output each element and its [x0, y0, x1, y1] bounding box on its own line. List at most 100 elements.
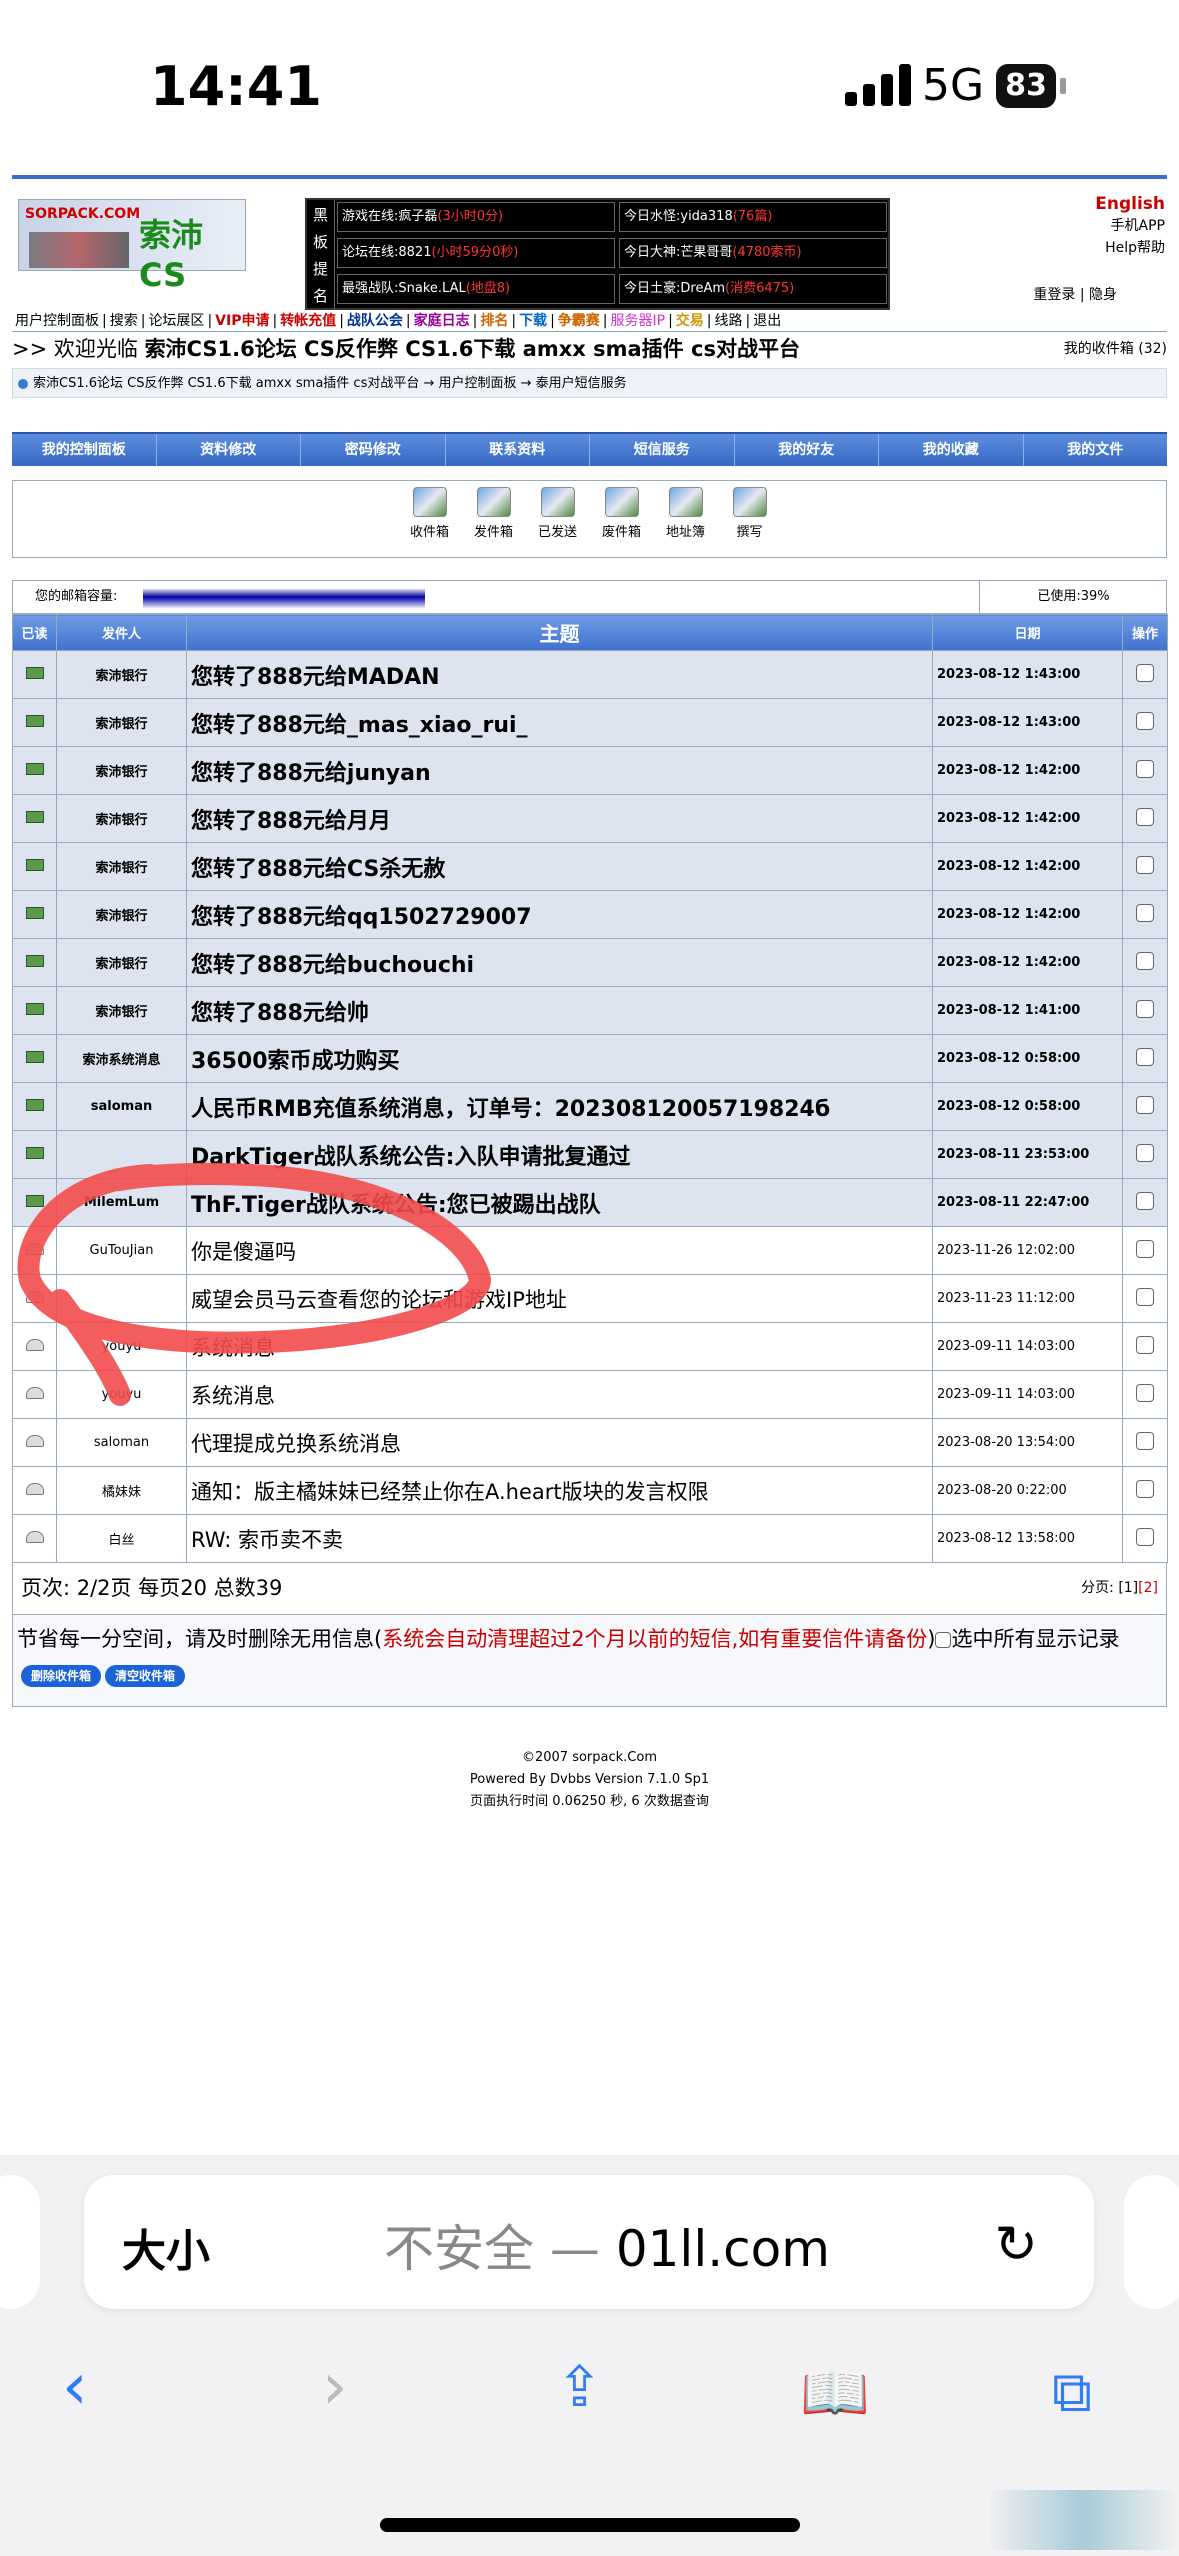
row-checkbox[interactable]: [1136, 807, 1154, 826]
subject-cell[interactable]: 你是傻逼吗: [186, 1226, 933, 1275]
tab-messages[interactable]: 短信服务: [590, 434, 735, 466]
subject-cell[interactable]: 36500索币成功购买: [186, 1034, 933, 1083]
clear-inbox-button[interactable]: 清空收件箱: [105, 1665, 186, 1687]
row-checkbox[interactable]: [1136, 1383, 1154, 1402]
subject-cell[interactable]: DarkTiger战队系统公告:入队申请批复通过: [186, 1130, 933, 1179]
prev-tab-card[interactable]: [0, 2175, 40, 2309]
tabs-icon[interactable]: ⧉: [1052, 2360, 1092, 2426]
subject-cell[interactable]: RW: 索币卖不卖: [186, 1514, 933, 1563]
menu-item[interactable]: 排名: [477, 313, 511, 329]
sender-cell[interactable]: 橘妹妹: [56, 1466, 187, 1515]
select-all-checkbox[interactable]: [935, 1632, 952, 1648]
table-row[interactable]: saloman 人民币RMB充值系统消息，订单号：2023081200571982…: [12, 1082, 1168, 1131]
row-checkbox[interactable]: [1136, 1479, 1154, 1498]
sender-cell[interactable]: saloman: [56, 1082, 187, 1131]
menu-item[interactable]: 战队公会: [344, 313, 406, 329]
sent-button[interactable]: 已发送: [530, 487, 586, 557]
sender-cell[interactable]: youyu: [56, 1370, 187, 1419]
tab-files[interactable]: 我的文件: [1024, 434, 1168, 466]
row-checkbox[interactable]: [1136, 1527, 1154, 1546]
row-checkbox[interactable]: [1136, 1431, 1154, 1450]
subject-cell[interactable]: 您转了888元给buchouchi: [186, 938, 933, 987]
table-row[interactable]: 索沛银行 您转了888元给buchouchi 2023-08-12 1:42:00: [12, 938, 1168, 987]
board-cell[interactable]: 今日土豪:DreAm(消费6475): [619, 274, 887, 304]
sender-cell[interactable]: 索沛银行: [56, 842, 187, 891]
table-row[interactable]: 索沛系统消息 36500索币成功购买 2023-08-12 0:58:00: [12, 1034, 1168, 1083]
back-icon[interactable]: ‹: [62, 2350, 88, 2424]
share-icon[interactable]: ⇪: [556, 2355, 603, 2420]
page-2-link[interactable]: [2]: [1138, 1580, 1158, 1596]
menu-item[interactable]: 家庭日志: [411, 313, 473, 329]
subject-cell[interactable]: 系统消息: [186, 1322, 933, 1371]
subject-cell[interactable]: 威望会员马云查看您的论坛和游戏IP地址: [186, 1274, 933, 1323]
row-checkbox[interactable]: [1136, 759, 1154, 778]
menu-item[interactable]: 争霸赛: [555, 313, 603, 329]
menu-item[interactable]: 退出: [750, 313, 784, 329]
row-checkbox[interactable]: [1136, 951, 1154, 970]
sender-cell[interactable]: 索沛银行: [56, 890, 187, 939]
relogin-link[interactable]: 重登录: [1033, 287, 1075, 303]
tab-favorites[interactable]: 我的收藏: [879, 434, 1024, 466]
english-link[interactable]: English: [1095, 193, 1165, 215]
sender-cell[interactable]: 索沛银行: [56, 698, 187, 747]
tab-contact[interactable]: 联系资料: [446, 434, 590, 466]
site-logo[interactable]: SORPACK.COM 索沛CS: [18, 199, 246, 294]
table-row[interactable]: 索沛银行 您转了888元给CS杀无赦 2023-08-12 1:42:00: [12, 842, 1168, 891]
table-row[interactable]: 索沛银行 您转了888元给月月 2023-08-12 1:42:00: [12, 794, 1168, 843]
sender-cell[interactable]: 索沛银行: [56, 746, 187, 795]
compose-button[interactable]: 撰写: [722, 487, 778, 557]
text-size-button[interactable]: 大小: [122, 2215, 210, 2279]
menu-item[interactable]: VIP申请: [212, 313, 272, 329]
subject-cell[interactable]: 您转了888元给MADAN: [186, 650, 933, 699]
table-row[interactable]: 索沛银行 您转了888元给MADAN 2023-08-12 1:43:00: [12, 650, 1168, 699]
row-checkbox[interactable]: [1136, 663, 1154, 682]
menu-item[interactable]: 线路: [712, 313, 746, 329]
sender-cell[interactable]: [56, 1130, 187, 1179]
table-row[interactable]: 威望会员马云查看您的论坛和游戏IP地址 2023-11-23 11:12:00: [12, 1274, 1168, 1323]
table-row[interactable]: 索沛银行 您转了888元给帅 2023-08-12 1:41:00: [12, 986, 1168, 1035]
subject-cell[interactable]: 系统消息: [186, 1370, 933, 1419]
bookmarks-icon[interactable]: 📖: [800, 2360, 870, 2426]
table-row[interactable]: youyu 系统消息 2023-09-11 14:03:00: [12, 1322, 1168, 1371]
menu-item[interactable]: 服务器IP: [608, 313, 669, 329]
sender-cell[interactable]: 索沛银行: [56, 650, 187, 699]
sender-cell[interactable]: 索沛银行: [56, 794, 187, 843]
sender-cell[interactable]: 索沛银行: [56, 986, 187, 1035]
sender-cell[interactable]: 索沛银行: [56, 938, 187, 987]
subject-cell[interactable]: 您转了888元给CS杀无赦: [186, 842, 933, 891]
table-row[interactable]: 白丝 RW: 索币卖不卖 2023-08-12 13:58:00: [12, 1514, 1168, 1563]
menu-item[interactable]: 下载: [516, 313, 550, 329]
row-checkbox[interactable]: [1136, 1191, 1154, 1210]
subject-cell[interactable]: 您转了888元给月月: [186, 794, 933, 843]
sender-cell[interactable]: GuTouJian: [56, 1226, 187, 1275]
sender-cell[interactable]: youyu: [56, 1322, 187, 1371]
table-row[interactable]: 索沛银行 您转了888元给qq1502729007 2023-08-12 1:42:…: [12, 890, 1168, 939]
board-cell[interactable]: 游戏在线:疯子磊(3小时0分): [337, 202, 615, 232]
next-tab-card[interactable]: [1124, 2175, 1179, 2309]
sender-cell[interactable]: MilemLum: [56, 1178, 187, 1227]
subject-cell[interactable]: 人民币RMB充值系统消息，订单号：20230812005719824б: [186, 1082, 933, 1131]
menu-item[interactable]: 搜索: [107, 313, 141, 329]
inbox-button[interactable]: 收件箱: [402, 487, 458, 557]
breadcrumb[interactable]: 索沛CS1.6论坛 CS反作弊 CS1.6下载 amxx sma插件 cs对战平…: [12, 368, 1167, 398]
subject-cell[interactable]: ThF.Tiger战队系统公告:您已被踢出战队: [186, 1178, 933, 1227]
row-checkbox[interactable]: [1136, 711, 1154, 730]
tab-password[interactable]: 密码修改: [301, 434, 446, 466]
subject-cell[interactable]: 您转了888元给_mas_xiao_rui_: [186, 698, 933, 747]
menu-item[interactable]: 转帐充值: [277, 313, 339, 329]
table-row[interactable]: youyu 系统消息 2023-09-11 14:03:00: [12, 1370, 1168, 1419]
table-row[interactable]: DarkTiger战队系统公告:入队申请批复通过 2023-08-11 23:53…: [12, 1130, 1168, 1179]
table-row[interactable]: MilemLum ThF.Tiger战队系统公告:您已被踢出战队 2023-08-1…: [12, 1178, 1168, 1227]
help-link[interactable]: Help帮助: [1095, 237, 1165, 259]
row-checkbox[interactable]: [1136, 1047, 1154, 1066]
subject-cell[interactable]: 您转了888元给qq1502729007: [186, 890, 933, 939]
subject-cell[interactable]: 通知：版主橘妹妹已经禁止你在A.heart版块的发言权限: [186, 1466, 933, 1515]
tab-friends[interactable]: 我的好友: [735, 434, 879, 466]
table-row[interactable]: 索沛银行 您转了888元给_mas_xiao_rui_ 2023-08-12 1:4…: [12, 698, 1168, 747]
subject-cell[interactable]: 您转了888元给junyan: [186, 746, 933, 795]
table-row[interactable]: 索沛银行 您转了888元给junyan 2023-08-12 1:42:00: [12, 746, 1168, 795]
row-checkbox[interactable]: [1136, 1239, 1154, 1258]
sender-cell[interactable]: [56, 1274, 187, 1323]
row-checkbox[interactable]: [1136, 1095, 1154, 1114]
table-row[interactable]: GuTouJian 你是傻逼吗 2023-11-26 12:02:00: [12, 1226, 1168, 1275]
